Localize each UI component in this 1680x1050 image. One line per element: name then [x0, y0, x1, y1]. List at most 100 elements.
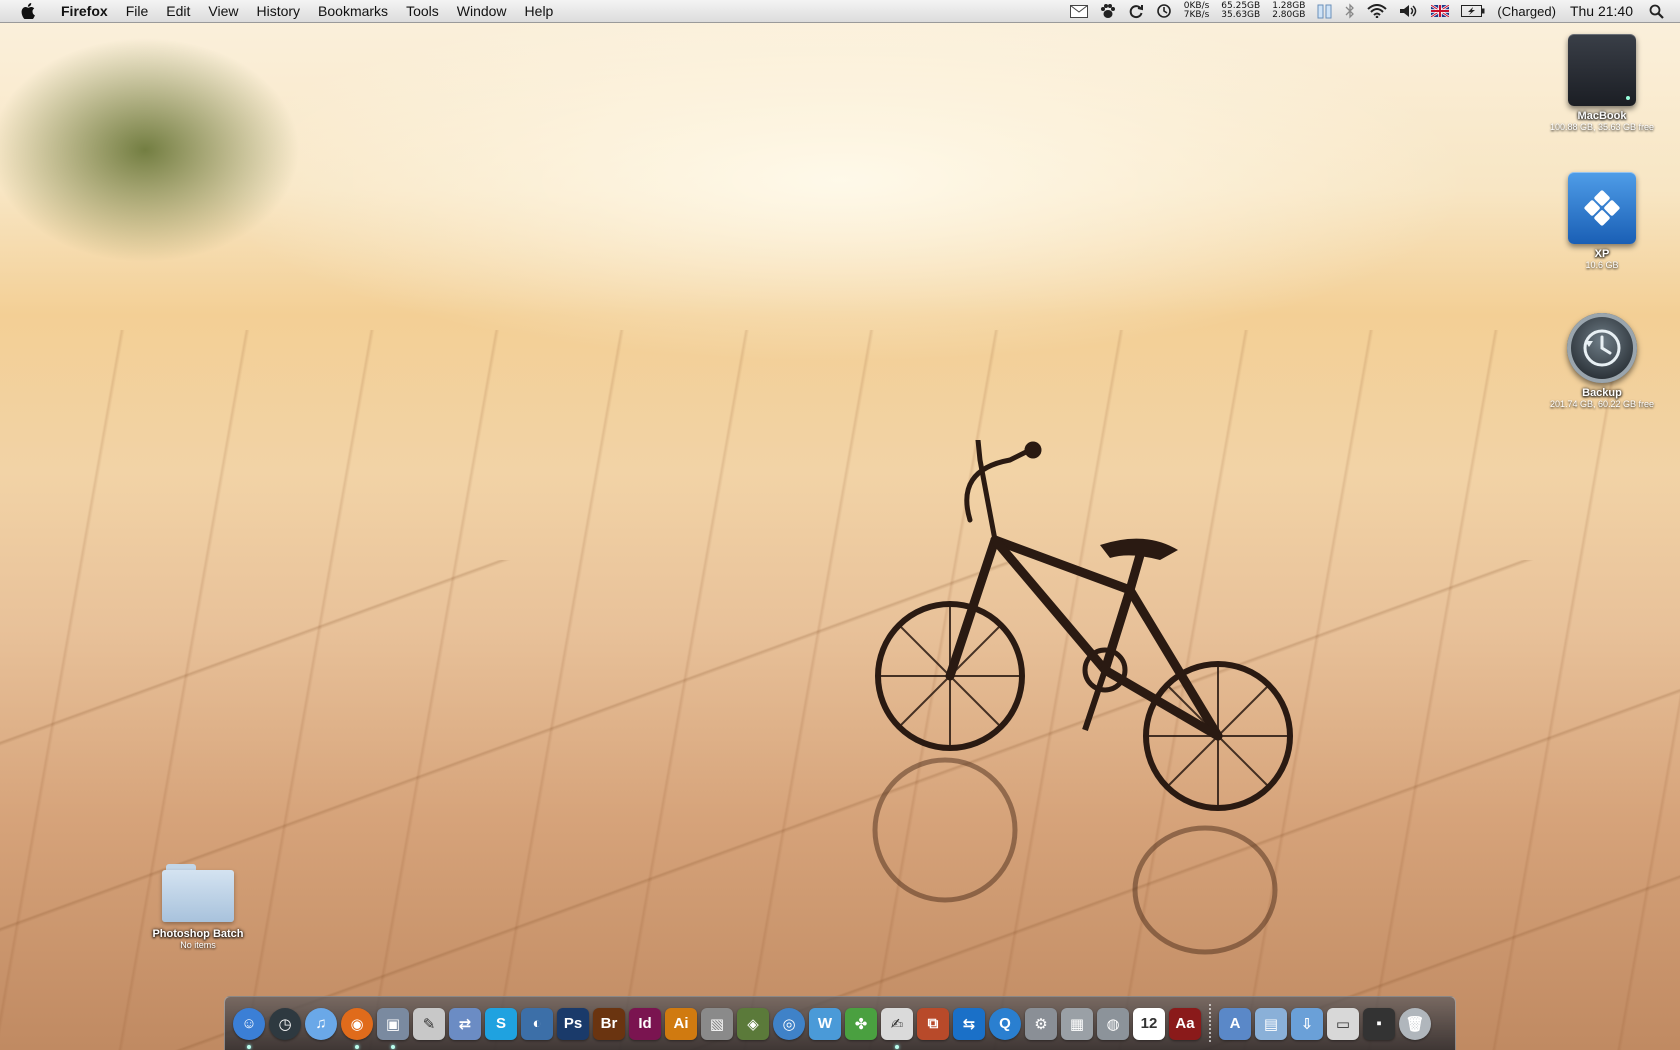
hard-drive-icon [1568, 34, 1636, 106]
dock-ical-icon[interactable]: 12 [1133, 1007, 1165, 1040]
dock-icon-glyph: Br [600, 1015, 618, 1032]
dock-icon-glyph: ▣ [385, 1015, 401, 1033]
desktop-icon-backup[interactable]: Backup 201.74 GB, 60.22 GB free [1537, 313, 1667, 409]
dock-applications-icon[interactable]: A [1219, 1007, 1251, 1040]
dock-iphoto-icon[interactable]: ◈ [737, 1007, 769, 1040]
folder-icon [162, 864, 234, 922]
dock-icon-glyph: ♫ [315, 1015, 327, 1032]
desktop: Firefox File Edit View History Bookmarks… [0, 0, 1680, 1050]
desktop-icon-label: Backup [1582, 387, 1622, 399]
dock-dvd-icon[interactable]: ◎ [773, 1007, 805, 1040]
dock-icon-glyph: ⇄ [458, 1015, 472, 1033]
folder-label: Photoshop Batch [152, 928, 244, 940]
dock-separator[interactable] [1209, 1003, 1211, 1044]
dock-calculator-icon[interactable]: ▦ [1061, 1007, 1093, 1040]
dock-textedit-icon[interactable]: ✍ [881, 1007, 913, 1049]
dock-icon-glyph: ⧉ [927, 1015, 939, 1032]
wifi-icon[interactable] [1367, 0, 1388, 22]
dock-firefox-icon[interactable]: ◉ [341, 1007, 373, 1049]
desktop-icon-label: XP [1594, 248, 1610, 260]
volume-icon[interactable] [1399, 0, 1419, 22]
dock-icon-glyph: S [495, 1015, 506, 1032]
dock-desktop-icon[interactable]: ▭ [1327, 1007, 1359, 1040]
dock-time-machine-icon[interactable]: ◷ [269, 1007, 301, 1040]
menu-edit[interactable]: Edit [157, 0, 199, 22]
dock-migration-icon[interactable]: ◐ [521, 1007, 553, 1040]
dock-icon-glyph: A [1229, 1015, 1241, 1032]
battery-icon[interactable] [1461, 0, 1485, 22]
dock-teamviewer-icon[interactable]: ⇆ [953, 1007, 985, 1040]
dock-wmp-icon[interactable]: W [809, 1007, 841, 1040]
disk-usage[interactable]: 65.25GB 35.63GB [1221, 0, 1260, 22]
dock-icon-glyph: ▭ [1335, 1015, 1351, 1033]
memory-usage[interactable]: 1.28GB 2.80GB [1272, 0, 1305, 22]
dock-skype-icon[interactable]: S [485, 1007, 517, 1040]
menu-tools[interactable]: Tools [397, 0, 448, 22]
cpu-meter-icon[interactable] [1317, 0, 1333, 22]
dock-icon-glyph: ✎ [422, 1015, 436, 1033]
dock-icon-glyph: 12 [1140, 1015, 1158, 1032]
dock-icon-glyph: ◈ [747, 1015, 759, 1033]
dock-icon-glyph: ◷ [278, 1015, 292, 1033]
time-machine-icon [1567, 313, 1637, 383]
dock-indesign-icon[interactable]: Id [629, 1007, 661, 1040]
bluetooth-icon[interactable] [1345, 0, 1355, 22]
mem-b: 2.80GB [1272, 10, 1306, 20]
growl-paw-icon[interactable] [1100, 0, 1116, 22]
dock-photoshop-icon[interactable]: Ps [557, 1007, 589, 1040]
menu-window[interactable]: Window [448, 0, 516, 22]
dock-quicktime-icon[interactable]: Q [989, 1007, 1021, 1040]
dock-itunes-icon[interactable]: ♫ [305, 1007, 337, 1040]
dock-preview-icon[interactable]: ▣ [377, 1007, 409, 1049]
menu-view[interactable]: View [199, 0, 247, 22]
dock-transmit-icon[interactable]: ⇄ [449, 1007, 481, 1040]
apple-menu-icon[interactable] [18, 0, 38, 22]
desktop-icon-sub: 10.6 GB [1585, 260, 1619, 270]
desktop-folder-photoshop-batch[interactable]: Photoshop Batch No items [140, 864, 256, 950]
wallpaper-bicycle [872, 440, 1293, 955]
dock-disk-utility-icon[interactable]: ◍ [1097, 1007, 1129, 1040]
network-speed[interactable]: 0KB/s 7KB/s [1184, 0, 1210, 22]
menu-file[interactable]: File [117, 0, 158, 22]
dock-dictionary-icon[interactable]: Aa [1169, 1007, 1201, 1040]
mail-icon[interactable] [1069, 0, 1088, 22]
input-flag-icon[interactable] [1431, 0, 1450, 22]
time-machine-menu-icon[interactable] [1156, 0, 1172, 22]
menu-history[interactable]: History [247, 0, 309, 22]
sync-icon[interactable] [1128, 0, 1144, 22]
dock-icon-glyph: Ps [563, 1015, 583, 1032]
folder-sub: No items [180, 940, 216, 950]
windows-drive-icon [1568, 172, 1636, 244]
menu-help[interactable]: Help [516, 0, 563, 22]
dock-icon-glyph: ☺ [241, 1015, 257, 1032]
battery-status[interactable]: (Charged) [1497, 0, 1556, 22]
menubar-clock[interactable]: Thu 21:40 [1570, 3, 1633, 19]
dock-vmware-icon[interactable]: ⧉ [917, 1007, 949, 1040]
dock-icon-glyph: Id [638, 1015, 652, 1032]
dock-illustrator-icon[interactable]: Ai [665, 1007, 697, 1040]
dock-screenshots-icon[interactable]: ▪ [1363, 1007, 1395, 1040]
dock-script-editor-icon[interactable]: ✎ [413, 1007, 445, 1040]
dock-finder-icon[interactable]: ☺ [233, 1007, 265, 1049]
dock-photos-icon[interactable]: ▧ [701, 1007, 733, 1040]
dock-documents-icon[interactable]: ▤ [1255, 1007, 1287, 1040]
menu-bookmarks[interactable]: Bookmarks [309, 0, 397, 22]
dock-icon-glyph: ▦ [1069, 1015, 1085, 1033]
dock-icon-glyph: Aa [1175, 1015, 1195, 1032]
dock-icon-glyph: W [817, 1015, 833, 1032]
dock-icon-glyph: Ai [673, 1015, 689, 1032]
dock-trash-icon[interactable]: 🗑 [1399, 1007, 1431, 1040]
dock-downloads-icon[interactable]: ⇩ [1291, 1007, 1323, 1040]
app-menu[interactable]: Firefox [52, 0, 117, 22]
dock-leaf-icon[interactable]: ✤ [845, 1007, 877, 1040]
spotlight-icon[interactable] [1649, 0, 1664, 22]
dock-icon-glyph: ⇆ [962, 1015, 976, 1033]
dock-icon-glyph: ✍ [890, 1015, 904, 1033]
dock-sys-prefs-icon[interactable]: ⚙ [1025, 1007, 1057, 1040]
dock-icon-glyph: ▤ [1263, 1015, 1279, 1033]
disk-b: 35.63GB [1221, 10, 1261, 20]
desktop-icon-xp[interactable]: XP 10.6 GB [1537, 172, 1667, 270]
desktop-icon-macbook[interactable]: MacBook 100.88 GB, 35.63 GB free [1537, 34, 1667, 132]
dock-bridge-icon[interactable]: Br [593, 1007, 625, 1040]
dock-icon-glyph: ◍ [1106, 1015, 1120, 1033]
